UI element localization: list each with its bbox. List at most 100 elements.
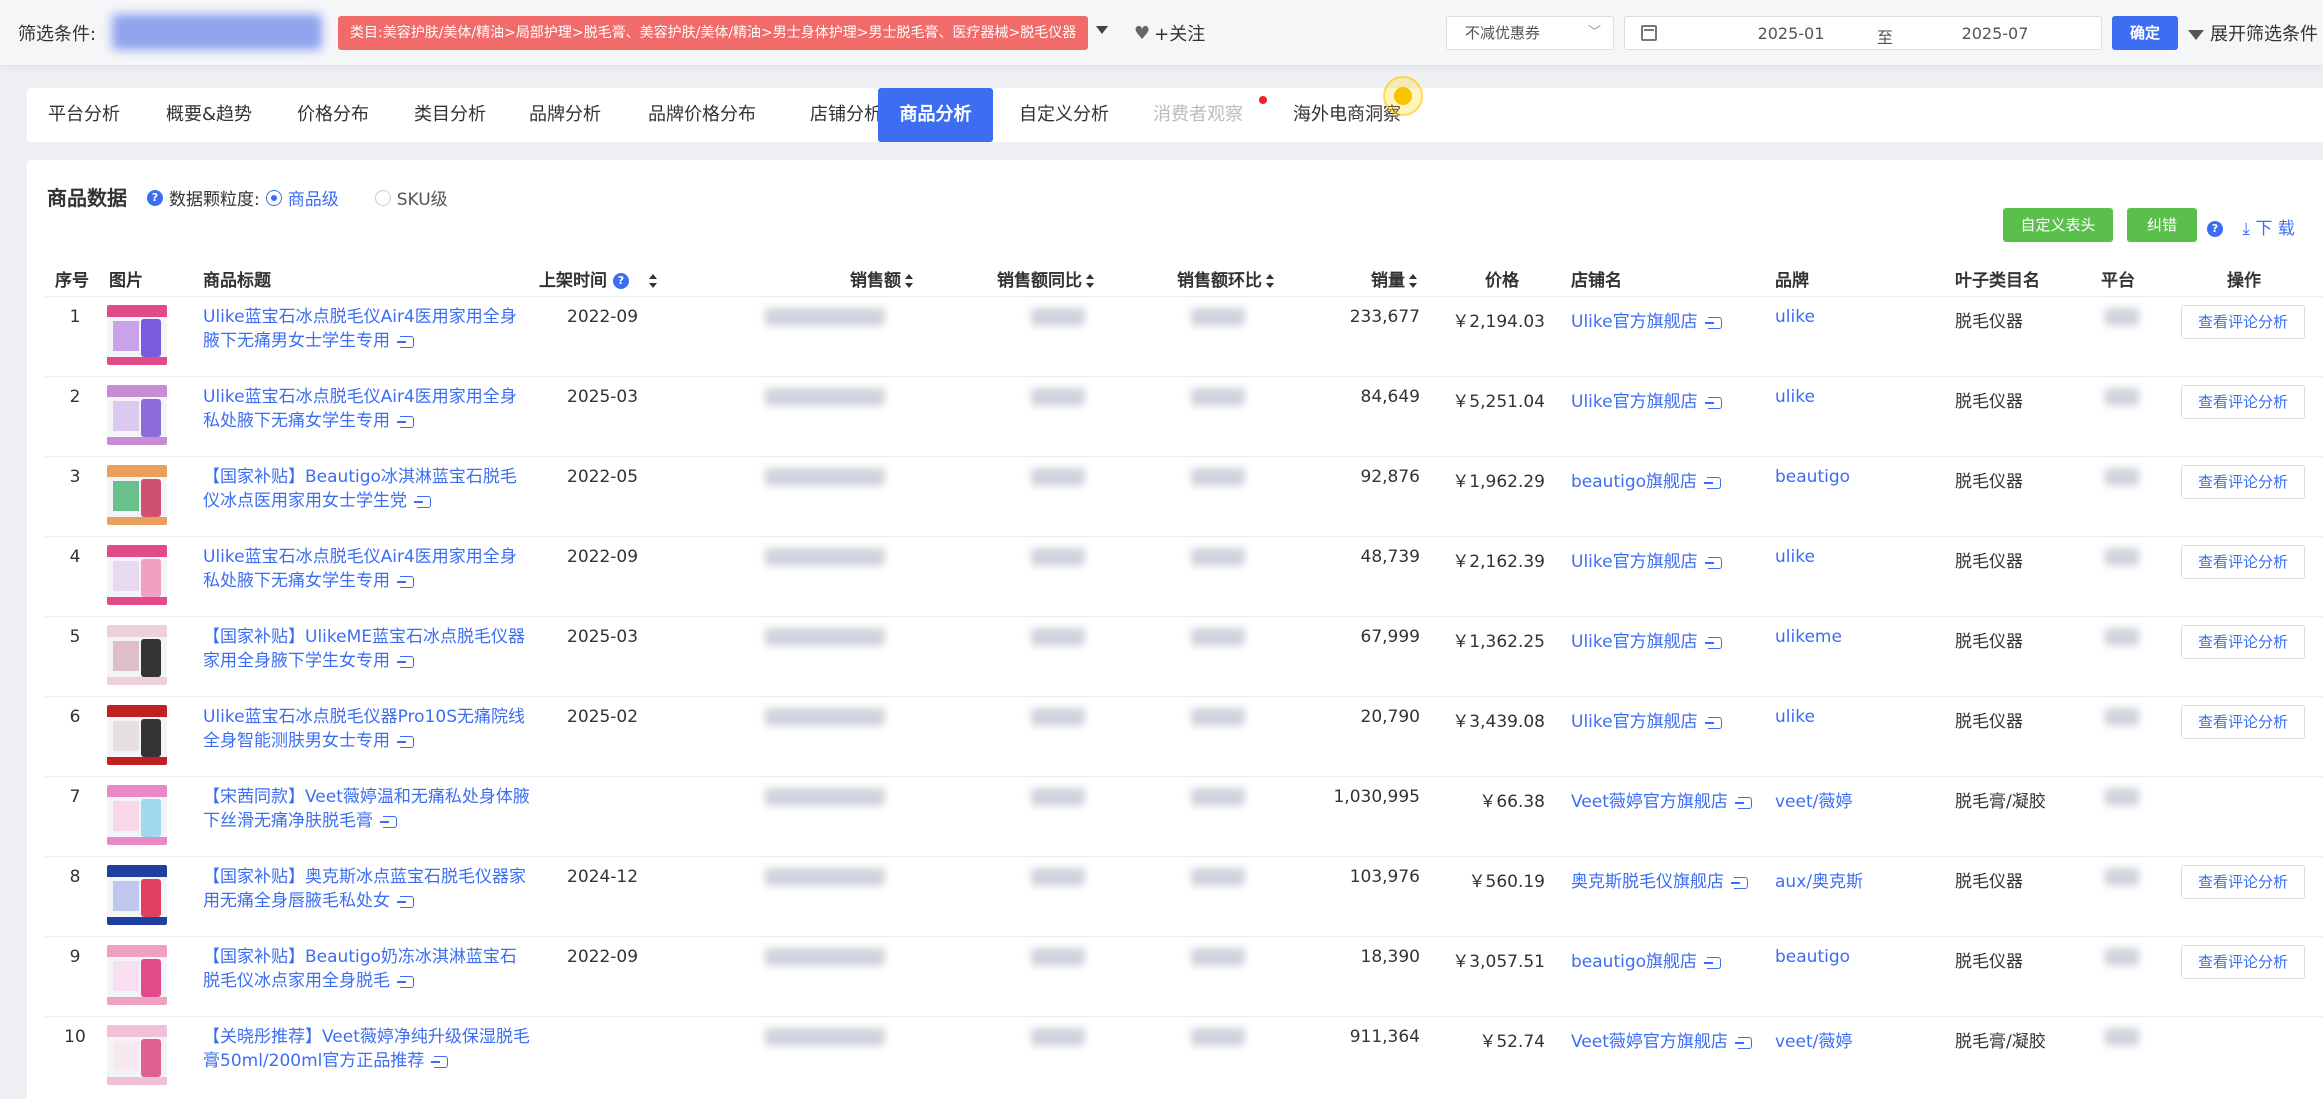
- external-link-icon[interactable]: [397, 736, 414, 748]
- product-title-link[interactable]: 【宋茜同款】Veet薇婷温和无痛私处身体腋下丝滑无痛净肤脱毛膏: [203, 785, 533, 833]
- brand-link[interactable]: beautigo: [1775, 947, 1850, 967]
- tab-category[interactable]: 类目分析: [393, 88, 507, 142]
- product-title-link[interactable]: 【关晓彤推荐】Veet薇婷净纯升级保湿脱毛膏50ml/200ml官方正品推荐: [203, 1025, 533, 1073]
- shop-link[interactable]: Veet薇婷官方旗舰店: [1571, 787, 1752, 812]
- view-review-analysis-button[interactable]: 查看评论分析: [2181, 945, 2305, 979]
- external-link-icon[interactable]: [414, 496, 431, 508]
- product-thumbnail[interactable]: [107, 945, 167, 1005]
- download-link[interactable]: 下 载: [2255, 219, 2294, 239]
- brand-link[interactable]: beautigo: [1775, 467, 1850, 487]
- shop-link[interactable]: Ulike官方旗舰店: [1571, 707, 1722, 732]
- help-icon[interactable]: ?: [612, 273, 629, 289]
- tab-brand[interactable]: 品牌分析: [509, 88, 621, 142]
- shop-link[interactable]: Ulike官方旗舰店: [1571, 547, 1722, 572]
- brand-link[interactable]: veet/薇婷: [1775, 1027, 1852, 1052]
- sort-icon[interactable]: [1409, 274, 1417, 288]
- shop-link[interactable]: Ulike官方旗舰店: [1571, 627, 1722, 652]
- shop-link[interactable]: Veet薇婷官方旗舰店: [1571, 1027, 1752, 1052]
- radio-item-level-label[interactable]: 商品级: [288, 185, 339, 210]
- view-review-analysis-button[interactable]: 查看评论分析: [2181, 305, 2305, 339]
- view-review-analysis-button[interactable]: 查看评论分析: [2181, 705, 2305, 739]
- external-link-icon[interactable]: [397, 416, 414, 428]
- tab-consumer[interactable]: 消费者观察: [1135, 88, 1267, 142]
- external-link-icon[interactable]: [1704, 557, 1722, 569]
- product-thumbnail[interactable]: [107, 1025, 167, 1085]
- brand-link[interactable]: ulike: [1775, 387, 1815, 407]
- category-tag[interactable]: 类目:美容护肤/美体/精油>局部护理>脱毛膏、美容护肤/美体/精油>男士身体护理…: [338, 16, 1088, 50]
- external-link-icon[interactable]: [1704, 637, 1722, 649]
- product-title-link[interactable]: Ulike蓝宝石冰点脱毛仪器Pro10S无痛院线全身智能测肤男女士专用: [203, 705, 533, 753]
- external-link-icon[interactable]: [1731, 877, 1748, 889]
- product-thumbnail[interactable]: [107, 385, 167, 445]
- date-from[interactable]: 2025-01: [1731, 24, 1851, 43]
- view-review-analysis-button[interactable]: 查看评论分析: [2181, 385, 2305, 419]
- external-link-icon[interactable]: [397, 336, 414, 348]
- radio-sku-level-label[interactable]: SKU级: [397, 185, 448, 210]
- col-listed[interactable]: 上架时间 ?: [539, 266, 657, 291]
- custom-header-button[interactable]: 自定义表头: [2003, 208, 2113, 242]
- help-icon[interactable]: ?: [2207, 221, 2223, 237]
- product-title-link[interactable]: 【国家补贴】Beautigo冰淇淋蓝宝石脱毛仪冰点医用家用女士学生党: [203, 465, 533, 513]
- external-link-icon[interactable]: [397, 576, 414, 588]
- product-thumbnail[interactable]: [107, 545, 167, 605]
- external-link-icon[interactable]: [1704, 397, 1722, 409]
- correct-button[interactable]: 纠错: [2127, 208, 2197, 242]
- shop-link[interactable]: Ulike官方旗舰店: [1571, 307, 1722, 332]
- expand-filter-button[interactable]: 展开筛选条件: [2188, 20, 2318, 46]
- product-thumbnail[interactable]: [107, 705, 167, 765]
- external-link-icon[interactable]: [1734, 1037, 1752, 1049]
- product-thumbnail[interactable]: [107, 625, 167, 685]
- external-link-icon[interactable]: [1704, 717, 1722, 729]
- tab-brand-price[interactable]: 品牌价格分布: [627, 88, 777, 142]
- brand-link[interactable]: ulike: [1775, 547, 1815, 567]
- brand-link[interactable]: ulike: [1775, 707, 1815, 727]
- shop-link[interactable]: 奥克斯脱毛仪旗舰店: [1571, 867, 1748, 892]
- shop-link[interactable]: Ulike官方旗舰店: [1571, 387, 1722, 412]
- product-title-link[interactable]: 【国家补贴】Beautigo奶冻冰淇淋蓝宝石脱毛仪冰点家用全身脱毛: [203, 945, 533, 993]
- tab-platform[interactable]: 平台分析: [27, 88, 141, 142]
- external-link-icon[interactable]: [1734, 797, 1752, 809]
- external-link-icon[interactable]: [1704, 477, 1722, 489]
- help-icon[interactable]: ?: [147, 189, 163, 206]
- sort-icon[interactable]: [905, 274, 913, 288]
- brand-link[interactable]: ulikeme: [1775, 627, 1842, 647]
- product-title-link[interactable]: Ulike蓝宝石冰点脱毛仪Air4医用家用全身腋下无痛男女士学生专用: [203, 305, 533, 353]
- date-range-picker[interactable]: 2025-01 至 2025-07: [1624, 16, 2102, 50]
- brand-link[interactable]: ulike: [1775, 307, 1815, 327]
- external-link-icon[interactable]: [380, 816, 397, 828]
- shop-link[interactable]: beautigo旗舰店: [1571, 467, 1722, 492]
- radio-item-level[interactable]: [265, 189, 282, 206]
- category-dropdown-icon[interactable]: [1096, 26, 1108, 34]
- col-sales[interactable]: 销售额: [850, 266, 913, 291]
- product-title-link[interactable]: Ulike蓝宝石冰点脱毛仪Air4医用家用全身私处腋下无痛女学生专用: [203, 385, 533, 433]
- product-title-link[interactable]: Ulike蓝宝石冰点脱毛仪Air4医用家用全身私处腋下无痛女学生专用: [203, 545, 533, 593]
- external-link-icon[interactable]: [1704, 317, 1722, 329]
- confirm-button[interactable]: 确定: [2112, 16, 2178, 50]
- external-link-icon[interactable]: [397, 896, 414, 908]
- external-link-icon[interactable]: [431, 1056, 449, 1068]
- sort-icon[interactable]: [1266, 274, 1274, 288]
- col-mom[interactable]: 销售额环比: [1177, 266, 1274, 291]
- tab-price-distribution[interactable]: 价格分布: [277, 88, 389, 142]
- external-link-icon[interactable]: [1704, 957, 1722, 969]
- tab-overview[interactable]: 概要&趋势: [145, 88, 273, 142]
- tab-product[interactable]: 商品分析: [878, 88, 993, 142]
- col-volume[interactable]: 销量: [1371, 266, 1417, 291]
- external-link-icon[interactable]: [397, 976, 414, 988]
- product-title-link[interactable]: 【国家补贴】奥克斯冰点蓝宝石脱毛仪器家用无痛全身唇腋毛私处女: [203, 865, 533, 913]
- product-thumbnail[interactable]: [107, 865, 167, 925]
- brand-link[interactable]: veet/薇婷: [1775, 787, 1852, 812]
- view-review-analysis-button[interactable]: 查看评论分析: [2181, 625, 2305, 659]
- filter-redacted-field[interactable]: [112, 14, 322, 50]
- brand-link[interactable]: aux/奥克斯: [1775, 867, 1863, 892]
- radio-sku-level[interactable]: [374, 189, 391, 206]
- view-review-analysis-button[interactable]: 查看评论分析: [2181, 865, 2305, 899]
- discount-select[interactable]: 不减优惠券 ﹀: [1446, 16, 1614, 50]
- sort-icon[interactable]: [648, 274, 657, 288]
- col-yoy[interactable]: 销售额同比: [997, 266, 1094, 291]
- shop-link[interactable]: beautigo旗舰店: [1571, 947, 1722, 972]
- view-review-analysis-button[interactable]: 查看评论分析: [2181, 545, 2305, 579]
- view-review-analysis-button[interactable]: 查看评论分析: [2181, 465, 2305, 499]
- product-thumbnail[interactable]: [107, 465, 167, 525]
- date-to[interactable]: 2025-07: [1925, 24, 2065, 43]
